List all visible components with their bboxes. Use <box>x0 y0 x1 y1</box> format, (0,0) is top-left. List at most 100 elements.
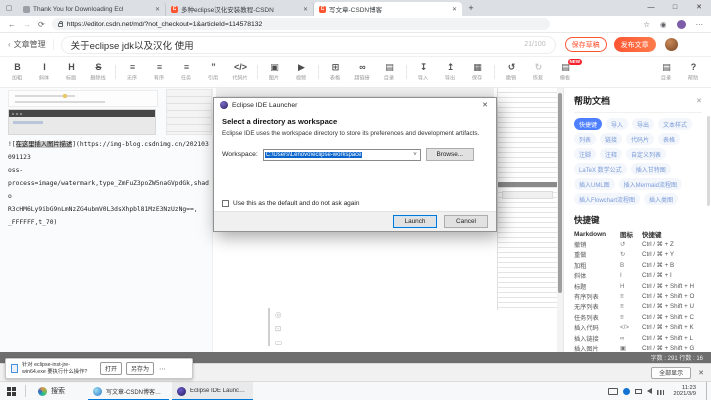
help-close-icon[interactable]: ✕ <box>696 97 702 105</box>
float-tool-1[interactable]: ◎ <box>275 310 282 319</box>
toolbar-toc-button[interactable]: ▤目录 <box>376 62 403 82</box>
markdown-source-pane[interactable]: ![在这里插入图片描述](https://img-blog.csdnimg.cn… <box>0 88 213 352</box>
dialog-close-icon[interactable]: ✕ <box>474 98 496 112</box>
help-tag[interactable]: 导入 <box>606 118 628 130</box>
forward-icon[interactable]: → <box>23 16 31 33</box>
new-tab-button[interactable]: + <box>462 1 480 16</box>
publish-button[interactable]: 发布文章 <box>614 37 656 52</box>
taskbar-clock[interactable]: 11:23 2021/3/9 <box>673 385 696 398</box>
help-tag[interactable]: 自定义列表 <box>626 148 666 160</box>
show-all-downloads-button[interactable]: 全部显示 <box>651 367 691 379</box>
toolbar-export-button[interactable]: ↥导出 <box>437 62 464 82</box>
browser-tab[interactable]: C写文章-CSDN博客✕ <box>314 2 462 16</box>
toolbar-strikethrough-button[interactable]: S删除线 <box>85 62 112 82</box>
dialog-titlebar[interactable]: Eclipse IDE Launcher ✕ <box>214 98 496 112</box>
workspace-combobox[interactable]: C:\Users\Lenovo\eclipse-workspace ˅ <box>263 149 421 161</box>
save-as-button[interactable]: 另存为 <box>126 362 154 375</box>
open-button[interactable]: 打开 <box>100 362 122 375</box>
browser-avatar[interactable] <box>677 20 686 29</box>
help-tag[interactable]: LaTeX 数学公式 <box>574 163 627 175</box>
favorites-icon[interactable]: ☆ <box>643 20 650 29</box>
help-tag[interactable]: 插入Mermaid流程图 <box>619 178 682 190</box>
help-tag[interactable]: 注释 <box>600 148 622 160</box>
toolbar-label: 斜体 <box>39 74 49 82</box>
toolbar-template-button[interactable]: ▤模板NEW <box>552 62 579 82</box>
close-button[interactable]: ✕ <box>687 0 711 16</box>
toolbar-outline-button[interactable]: ▤目录 <box>653 62 680 82</box>
back-icon[interactable]: ← <box>8 16 16 33</box>
toolbar-help-button[interactable]: ?帮助 <box>680 62 707 82</box>
help-tag[interactable]: 表格 <box>658 133 680 145</box>
browse-button[interactable]: Browse... <box>426 148 474 161</box>
help-tag[interactable]: 插入Flowchart流程图 <box>574 193 640 205</box>
article-title-input[interactable]: 关于eclipse jdk以及汉化 使用 <box>71 38 525 52</box>
refresh-icon[interactable]: ⟳ <box>38 16 45 33</box>
sidebar-scrollbar[interactable] <box>707 116 710 206</box>
download-more-icon[interactable]: ⋯ <box>158 365 167 373</box>
float-tool-3[interactable]: ▭ <box>275 338 282 347</box>
toolbar-image-button[interactable]: ▣图片 <box>261 62 288 82</box>
network-icon[interactable] <box>657 390 664 395</box>
maximize-button[interactable]: □ <box>663 0 687 16</box>
url-input[interactable]: https://editor.csdn.net/md/?not_checkout… <box>52 18 550 30</box>
start-button[interactable] <box>0 387 22 396</box>
user-avatar[interactable] <box>665 38 678 51</box>
italic-icon: I <box>43 62 46 73</box>
help-tag[interactable]: 快捷键 <box>574 118 602 130</box>
toolbar-italic-button[interactable]: I斜体 <box>31 62 58 82</box>
help-tag[interactable]: 列表 <box>574 133 596 145</box>
cancel-button[interactable]: Cancel <box>444 215 488 228</box>
more-options-icon[interactable]: ⋯ <box>696 20 704 29</box>
help-tag[interactable]: 插入UML图 <box>574 178 615 190</box>
chevron-down-icon[interactable]: ˅ <box>413 152 419 158</box>
default-checkbox[interactable] <box>222 200 229 207</box>
minimize-button[interactable]: — <box>639 0 663 16</box>
browser-tab[interactable]: C多种eclipse汉化安装教程-CSDN✕ <box>166 2 314 16</box>
toolbar-undo-button[interactable]: ↺撤销 <box>498 62 525 82</box>
import-icon: ↧ <box>420 62 428 73</box>
preview-mini-scrollbar[interactable] <box>268 308 270 346</box>
toolbar-table-button[interactable]: ⊞表格 <box>322 62 349 82</box>
launch-button[interactable]: Launch <box>393 215 437 228</box>
toolbar-heading-button[interactable]: H标题 <box>58 62 85 82</box>
toolbar-hyperlink-button[interactable]: ∞超链接 <box>349 62 376 82</box>
help-tag[interactable]: 注脚 <box>574 148 596 160</box>
toolbar-bold-button[interactable]: B加粗 <box>4 62 31 82</box>
tray-icon-2[interactable] <box>635 389 642 394</box>
toolbar-save-button[interactable]: ▦保存 <box>464 62 491 82</box>
csdn-favicon: C <box>171 6 178 13</box>
help-tag[interactable]: 文本样式 <box>658 118 692 130</box>
keyboard-icon[interactable] <box>608 388 618 395</box>
toolbar-ordered-list-button[interactable]: ≡有序 <box>146 62 173 82</box>
help-tag[interactable]: 插入类图 <box>644 193 678 205</box>
float-tool-2[interactable]: ⊡ <box>275 324 282 333</box>
download-bar-close-icon[interactable]: ✕ <box>698 369 704 377</box>
toolbar-quote-button[interactable]: ”引用 <box>200 62 227 82</box>
help-tag[interactable]: 导出 <box>632 118 654 130</box>
save-draft-button[interactable]: 保存草稿 <box>565 37 607 52</box>
toolbar-task-list-button[interactable]: ≡任务 <box>173 62 200 82</box>
tab-close-icon[interactable]: ✕ <box>303 6 308 13</box>
help-tag[interactable]: 插入甘特图 <box>631 163 671 175</box>
toolbar-unordered-list-button[interactable]: ≡无序 <box>119 62 146 82</box>
article-manage-link[interactable]: ‹ 文章管理 <box>8 39 54 50</box>
toolbar-import-button[interactable]: ↧导入 <box>410 62 437 82</box>
toolbar-redo-button[interactable]: ↻恢复 <box>525 62 552 82</box>
taskbar-app-edge[interactable]: 写文章-CSDN博客… <box>88 382 169 400</box>
toolbar-video-button[interactable]: ▶视频 <box>288 62 315 82</box>
help-tag[interactable]: 链接 <box>600 133 622 145</box>
help-tag[interactable]: 代码片 <box>626 133 654 145</box>
browser-tab[interactable]: Thank You for Downloading Ecl✕ <box>18 2 166 16</box>
taskbar-app-eclipse[interactable]: Eclipse IDE Launc… <box>172 382 253 400</box>
tab-close-icon[interactable]: ✕ <box>155 6 160 13</box>
markdown-source-text[interactable]: ![在这里插入图片描述](https://img-blog.csdnimg.cn… <box>8 138 209 229</box>
volume-icon[interactable] <box>647 388 652 394</box>
taskbar-search-button[interactable]: 搜索 <box>29 382 74 400</box>
show-desktop-button[interactable] <box>706 382 711 400</box>
tray-icon-1[interactable] <box>623 388 630 395</box>
toolbar-code-button[interactable]: </>代码片 <box>227 62 254 82</box>
profile-icon[interactable]: ◉ <box>660 20 667 29</box>
tab-actions-icon[interactable]: ▢ <box>0 0 18 16</box>
tab-close-icon[interactable]: ✕ <box>452 6 457 13</box>
scrollbar-thumb[interactable] <box>558 93 562 293</box>
